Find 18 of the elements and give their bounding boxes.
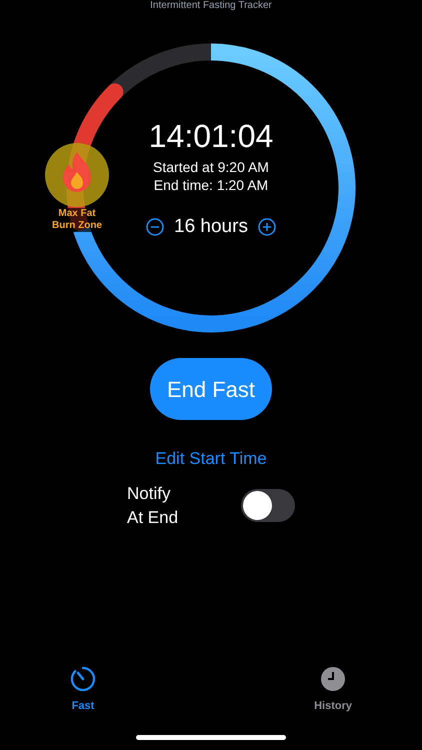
start-time: Started at 9:20 AM <box>153 158 269 176</box>
edit-start-time-link[interactable]: Edit Start Time <box>155 446 267 472</box>
stopwatch-icon <box>70 666 96 692</box>
clock-icon <box>320 666 346 692</box>
end-fast-button[interactable]: End Fast <box>150 358 272 420</box>
notify-toggle[interactable] <box>241 489 295 522</box>
elapsed-time: 14:01:04 <box>148 118 274 154</box>
flame-badge-icon <box>44 142 110 208</box>
increase-button[interactable] <box>258 218 276 236</box>
end-time: End time: 1:20 AM <box>154 176 268 194</box>
decrease-button[interactable] <box>146 218 164 236</box>
tab-button[interactable]: Fast <box>70 666 96 714</box>
minus-icon <box>146 218 164 236</box>
notify-label: Notify At End <box>127 482 180 528</box>
tab-button[interactable]: History <box>314 666 352 714</box>
fast-duration: 16 hours <box>174 216 248 238</box>
app-title: Intermittent Fasting Tracker <box>150 0 272 12</box>
plus-icon <box>258 218 276 236</box>
